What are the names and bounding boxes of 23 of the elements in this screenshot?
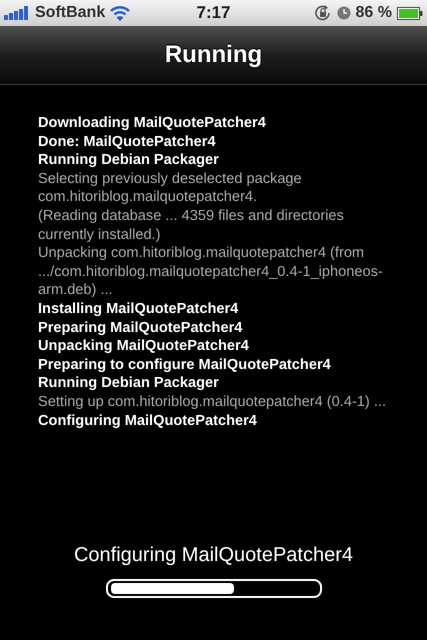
clock-icon	[336, 6, 351, 20]
log-line: Unpacking MailQuotePatcher4	[38, 337, 250, 356]
battery-percent: 86 %	[356, 4, 392, 22]
log-line: Downloading MailQuotePatcher4	[38, 114, 267, 133]
log-line: Running Debian Packager	[38, 151, 220, 170]
log-line: Installing MailQuotePatcher4	[38, 300, 240, 319]
log-line: (Reading database ... 4359 files and directories currently installed.)	[38, 206, 345, 244]
log-line: Setting up com.hitoriblog.mailquotepatcher4 (0.4-1) ...	[38, 392, 388, 412]
log-line: Unpacking com.hitoriblog.mailquotepatcher4 (from .../com.hitoriblog.mailquotepatcher4_0.4-1_iphoneos-arm.deb) ...	[38, 244, 384, 300]
rotation-lock-icon	[314, 4, 332, 22]
wifi-icon	[110, 6, 130, 20]
screen-title: Running	[164, 41, 262, 69]
carrier-name: SoftBank	[35, 4, 106, 22]
battery-icon	[397, 6, 423, 20]
log-line: Preparing to configure MailQuotePatcher4	[38, 356, 332, 374]
signal-icon	[4, 6, 30, 20]
log-line: Selecting previously deselected package com.hitoriblog.mailquotepatcher4.	[38, 170, 303, 207]
log-line: Running Debian Packager	[38, 374, 220, 393]
clock-time: 7:17	[196, 3, 231, 23]
log-line: Configuring MailQuotePatcher4	[38, 412, 258, 430]
log-line: Preparing MailQuotePatcher4	[38, 318, 244, 338]
progress-label: Configuring MailQuotePatcher4	[74, 544, 354, 567]
log-line: Done: MailQuotePatcher4	[38, 132, 217, 152]
